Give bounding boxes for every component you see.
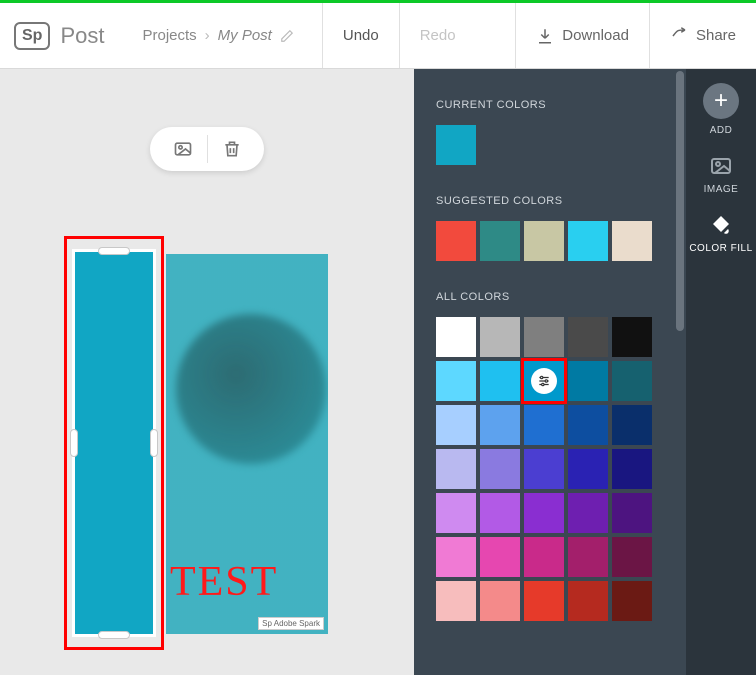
color-swatch[interactable] — [436, 317, 476, 357]
color-swatch[interactable] — [524, 221, 564, 261]
breadcrumb-root[interactable]: Projects — [142, 27, 196, 44]
color-swatch[interactable] — [480, 493, 520, 533]
color-swatch[interactable] — [436, 405, 476, 445]
color-swatch[interactable] — [568, 449, 608, 489]
share-button[interactable]: Share — [649, 3, 756, 68]
undo-redo-group: Undo Redo — [322, 3, 476, 68]
colorfill-label: COLOR FILL — [689, 243, 752, 254]
resize-handle-top[interactable] — [98, 247, 130, 255]
color-swatch[interactable] — [612, 361, 652, 401]
text-layer[interactable]: TEST — [170, 558, 278, 606]
image-tool[interactable]: IMAGE — [704, 154, 739, 195]
image-icon — [709, 154, 733, 178]
color-swatch[interactable] — [612, 405, 652, 445]
main: TEST Sp Adobe Spark CURRENT COLORS SUGGE… — [0, 69, 756, 675]
all-colors-grid — [436, 317, 660, 621]
undo-button[interactable]: Undo — [322, 3, 399, 68]
colorfill-tool[interactable]: COLOR FILL — [689, 213, 752, 254]
color-swatch[interactable] — [568, 493, 608, 533]
image-icon[interactable] — [173, 139, 193, 159]
selected-shape[interactable] — [72, 249, 156, 637]
top-header: Sp Post Projects › My Post Undo Redo Dow… — [0, 3, 756, 69]
color-swatch[interactable] — [436, 581, 476, 621]
color-swatch[interactable] — [524, 405, 564, 445]
design-canvas[interactable]: TEST Sp Adobe Spark — [166, 254, 328, 634]
color-swatch[interactable] — [480, 581, 520, 621]
download-label: Download — [562, 27, 629, 44]
color-swatch[interactable] — [524, 361, 564, 401]
color-swatch[interactable] — [524, 581, 564, 621]
sliders-icon[interactable] — [531, 368, 557, 394]
background-image — [176, 314, 326, 464]
app-brand: Post — [60, 23, 104, 49]
color-swatch[interactable] — [524, 317, 564, 357]
current-colors-label: CURRENT COLORS — [436, 99, 686, 111]
header-actions: Download Share — [515, 3, 756, 68]
download-button[interactable]: Download — [515, 3, 649, 68]
share-icon — [670, 27, 688, 45]
share-label: Share — [696, 27, 736, 44]
color-swatch[interactable] — [524, 493, 564, 533]
suggested-colors-row — [436, 221, 660, 261]
resize-handle-bottom[interactable] — [98, 631, 130, 639]
color-swatch[interactable] — [612, 221, 652, 261]
suggested-colors-section: SUGGESTED COLORS — [436, 195, 686, 261]
color-swatch[interactable] — [612, 581, 652, 621]
color-swatch[interactable] — [568, 361, 608, 401]
all-colors-label: ALL COLORS — [436, 291, 686, 303]
current-colors-section: CURRENT COLORS — [436, 99, 686, 165]
color-swatch[interactable] — [612, 493, 652, 533]
plus-icon: + — [703, 83, 739, 119]
color-swatch[interactable] — [524, 537, 564, 577]
color-swatch[interactable] — [436, 493, 476, 533]
color-swatch[interactable] — [480, 221, 520, 261]
scrollbar[interactable] — [676, 71, 684, 331]
color-swatch[interactable] — [568, 537, 608, 577]
color-swatch[interactable] — [480, 537, 520, 577]
pencil-icon[interactable] — [280, 29, 294, 43]
color-swatch[interactable] — [568, 317, 608, 357]
all-colors-section: ALL COLORS — [436, 291, 686, 621]
color-swatch[interactable] — [568, 405, 608, 445]
color-swatch[interactable] — [480, 449, 520, 489]
color-swatch[interactable] — [480, 361, 520, 401]
color-swatch[interactable] — [568, 221, 608, 261]
canvas-area[interactable]: TEST Sp Adobe Spark — [0, 69, 414, 675]
color-swatch[interactable] — [436, 537, 476, 577]
suggested-colors-label: SUGGESTED COLORS — [436, 195, 686, 207]
add-label: ADD — [710, 125, 733, 136]
color-swatch[interactable] — [612, 537, 652, 577]
color-panel: CURRENT COLORS SUGGESTED COLORS ALL COLO… — [414, 69, 686, 675]
redo-button: Redo — [399, 3, 476, 68]
image-label: IMAGE — [704, 184, 739, 195]
bucket-icon — [709, 213, 733, 237]
selection-toolbar — [150, 127, 264, 171]
resize-handle-left[interactable] — [70, 429, 78, 457]
color-swatch[interactable] — [436, 449, 476, 489]
breadcrumb: Projects › My Post — [142, 27, 293, 44]
color-swatch[interactable] — [436, 361, 476, 401]
color-swatch[interactable] — [436, 221, 476, 261]
color-swatch[interactable] — [612, 317, 652, 357]
download-icon — [536, 27, 554, 45]
color-swatch[interactable] — [568, 581, 608, 621]
color-swatch[interactable] — [612, 449, 652, 489]
color-swatch[interactable] — [524, 449, 564, 489]
color-swatch[interactable] — [480, 317, 520, 357]
app-logo: Sp — [14, 22, 50, 50]
resize-handle-right[interactable] — [150, 429, 158, 457]
color-swatch[interactable] — [436, 125, 476, 165]
watermark: Sp Adobe Spark — [258, 617, 324, 630]
add-button[interactable]: + ADD — [703, 83, 739, 136]
trash-icon[interactable] — [222, 139, 242, 159]
chevron-right-icon: › — [205, 27, 210, 44]
color-swatch[interactable] — [480, 405, 520, 445]
separator — [207, 135, 208, 163]
breadcrumb-current[interactable]: My Post — [218, 27, 272, 44]
current-colors-row — [436, 125, 660, 165]
tool-rail: + ADD IMAGE COLOR FILL — [686, 69, 756, 675]
